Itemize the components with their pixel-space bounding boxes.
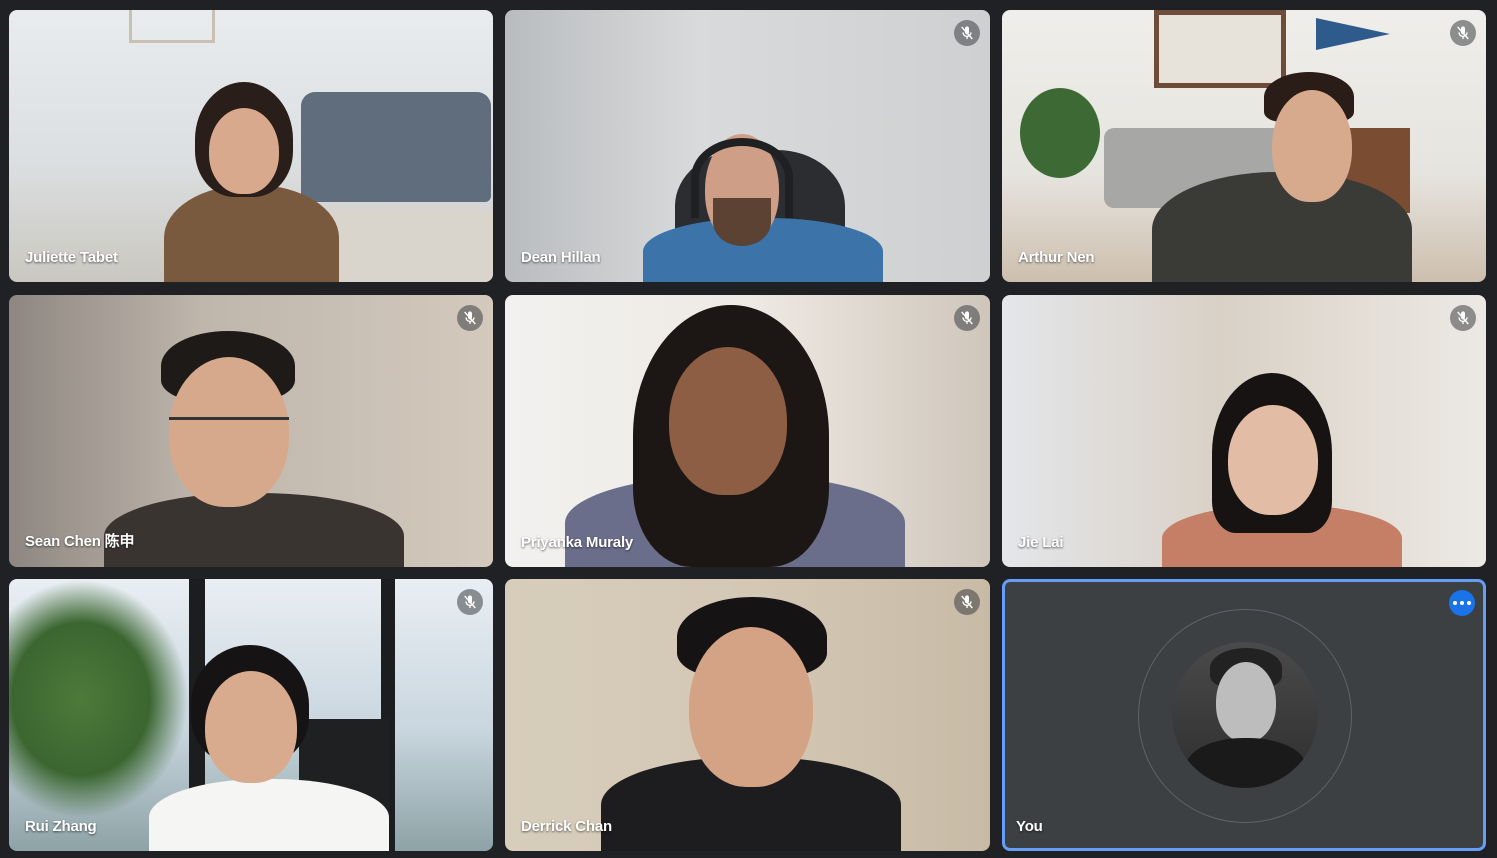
participant-name: Rui Zhang (25, 818, 97, 835)
map-frame (1154, 10, 1286, 88)
person-body (149, 779, 389, 851)
couch (301, 92, 491, 202)
participant-name: Sean Chen 陈申 (25, 533, 135, 550)
pennant (1316, 18, 1390, 50)
participant-tile-juliette-tabet[interactable]: Juliette Tabet (9, 10, 493, 282)
video-grid: Juliette Tabet Dean Hillan Arthur Nen Se… (0, 0, 1497, 858)
plant (1020, 88, 1100, 178)
plant (9, 579, 189, 819)
participant-tile-self[interactable]: You (1002, 579, 1486, 851)
avatar-body (1186, 738, 1306, 788)
mic-off-icon (954, 20, 980, 46)
mic-off-icon (954, 589, 980, 615)
person-face (1272, 90, 1352, 202)
mic-off-icon (1450, 20, 1476, 46)
participant-tile-priyanka-muraly[interactable]: Priyanka Muraly (505, 295, 990, 567)
participant-name: Dean Hillan (521, 249, 601, 266)
mic-off-icon (954, 305, 980, 331)
participant-name: Juliette Tabet (25, 249, 118, 266)
participant-name: Arthur Nen (1018, 249, 1095, 266)
mic-off-icon (457, 589, 483, 615)
participant-tile-derrick-chan[interactable]: Derrick Chan (505, 579, 990, 851)
person-face (1228, 405, 1318, 515)
participant-tile-dean-hillan[interactable]: Dean Hillan (505, 10, 990, 282)
person-face (205, 671, 297, 783)
participant-tile-jie-lai[interactable]: Jie Lai (1002, 295, 1486, 567)
participant-name: Priyanka Muraly (521, 534, 634, 551)
person-body (1152, 172, 1412, 282)
window-frame (129, 10, 215, 43)
participant-name: Derrick Chan (521, 818, 612, 835)
avatar-face (1216, 662, 1276, 742)
participant-tile-arthur-nen[interactable]: Arthur Nen (1002, 10, 1486, 282)
avatar (1172, 642, 1318, 788)
person-face (209, 108, 279, 194)
participant-name: You (1016, 818, 1043, 835)
mic-off-icon (1450, 305, 1476, 331)
person-face (689, 627, 813, 787)
more-options-icon[interactable] (1449, 590, 1475, 616)
participant-name: Jie Lai (1018, 534, 1064, 551)
person-body (104, 493, 404, 567)
glasses (169, 417, 289, 446)
mic-off-icon (457, 305, 483, 331)
participant-tile-sean-chen[interactable]: Sean Chen 陈申 (9, 295, 493, 567)
person-face (669, 347, 787, 495)
headphones (691, 138, 793, 218)
person-body (164, 185, 339, 282)
participant-tile-rui-zhang[interactable]: Rui Zhang (9, 579, 493, 851)
